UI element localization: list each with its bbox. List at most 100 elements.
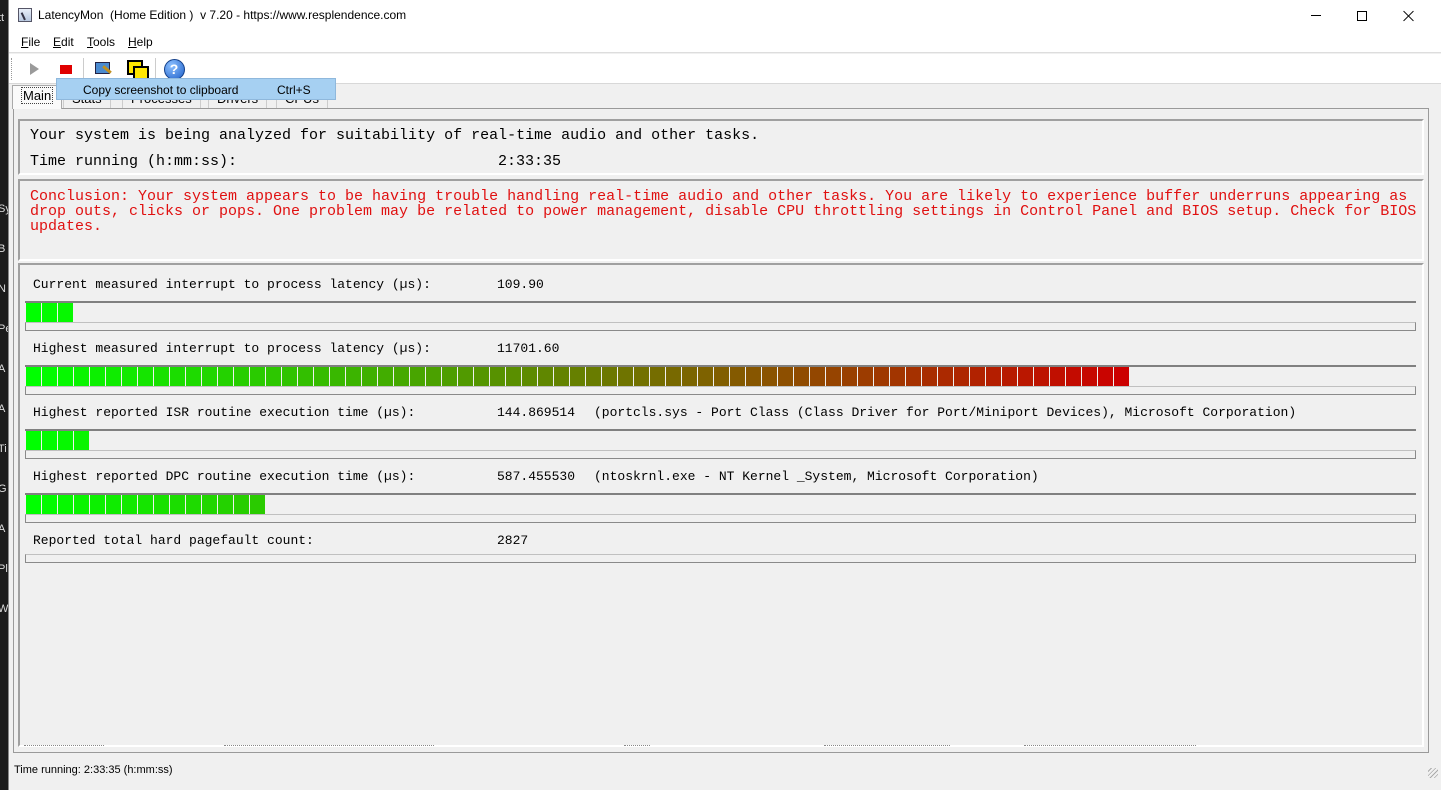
meter-block xyxy=(570,367,585,387)
desktop-fragment: tt xyxy=(0,12,5,24)
meter-block xyxy=(42,367,57,387)
toolbar-separator xyxy=(155,58,156,80)
meter-block xyxy=(1018,367,1033,387)
meter-block xyxy=(618,367,633,387)
tab-label: Main xyxy=(21,87,54,104)
desktop-background-strip: tt Sy B N Pe A A Ti G A Pl W xyxy=(0,0,8,790)
meter-block xyxy=(42,431,57,451)
tab-main[interactable]: Main xyxy=(12,85,63,109)
meter-block xyxy=(634,367,649,387)
conclusion-text: Conclusion: Your system appears to be ha… xyxy=(30,188,1417,235)
meter-block xyxy=(1050,367,1065,387)
meter-block xyxy=(938,367,953,387)
pagefault-meter xyxy=(25,554,1416,563)
meter-block xyxy=(26,303,41,323)
menu-help[interactable]: Help xyxy=(128,35,153,49)
close-button[interactable] xyxy=(1386,0,1432,31)
conclusion-box: Conclusion: Your system appears to be ha… xyxy=(18,179,1424,261)
start-monitor-button[interactable] xyxy=(22,57,46,81)
meter-block xyxy=(90,495,105,515)
play-icon xyxy=(29,63,39,75)
meter-block xyxy=(954,367,969,387)
meter-block xyxy=(106,495,121,515)
meter-block xyxy=(122,495,137,515)
meter-block xyxy=(58,495,73,515)
meter-block xyxy=(970,367,985,387)
latency-meter-fill xyxy=(26,303,74,323)
meter-block xyxy=(554,367,569,387)
meter-block xyxy=(1098,367,1113,387)
meter-block xyxy=(538,367,553,387)
close-icon xyxy=(1403,10,1415,22)
meter-block xyxy=(74,431,89,451)
metric-detail: (portcls.sys - Port Class (Class Driver … xyxy=(594,405,1297,420)
metric-value: 2827 xyxy=(497,533,529,548)
copy-screenshot-tooltip: Copy screenshot to clipboard Ctrl+S xyxy=(56,78,336,100)
menu-edit[interactable]: Edit xyxy=(53,35,74,49)
meter-block xyxy=(26,431,41,451)
meter-block xyxy=(602,367,617,387)
toolbar-grip[interactable] xyxy=(11,58,13,80)
metric-value: 109.90 xyxy=(497,277,544,292)
meter-block xyxy=(986,367,1001,387)
meter-block xyxy=(58,431,73,451)
main-tab-panel: Your system is being analyzed for suitab… xyxy=(13,108,1429,753)
meter-block xyxy=(42,303,57,323)
toolbar-separator xyxy=(83,58,84,80)
time-running-label: Time running (h:mm:ss): xyxy=(30,153,238,170)
title-bar[interactable]: LatencyMon (Home Edition ) v 7.20 - http… xyxy=(9,0,1441,31)
meter-block xyxy=(394,367,409,387)
metric-label: Highest measured interrupt to process la… xyxy=(33,341,431,356)
meter-block xyxy=(714,367,729,387)
latency-meter xyxy=(25,493,1416,523)
meter-block xyxy=(58,303,73,323)
meter-block xyxy=(378,367,393,387)
meter-block xyxy=(1034,367,1049,387)
meter-block xyxy=(250,367,265,387)
meter-block xyxy=(746,367,761,387)
resize-grip[interactable] xyxy=(1428,768,1438,778)
meter-block xyxy=(458,367,473,387)
meter-block xyxy=(218,495,233,515)
meter-block xyxy=(170,495,185,515)
desktop-fragment: Pe xyxy=(0,323,8,335)
meter-block xyxy=(218,367,233,387)
meter-block xyxy=(698,367,713,387)
menu-tools[interactable]: Tools xyxy=(87,35,115,49)
metrics-box: Current measured interrupt to process la… xyxy=(18,263,1424,747)
time-running-value: 2:33:35 xyxy=(498,153,562,170)
meter-block xyxy=(794,367,809,387)
metric-label: Current measured interrupt to process la… xyxy=(33,277,431,292)
latency-meter xyxy=(25,429,1416,459)
meter-block xyxy=(26,495,41,515)
meter-block xyxy=(74,367,89,387)
meter-block xyxy=(730,367,745,387)
menu-file[interactable]: File xyxy=(21,35,40,49)
status-bar-text: Time running: 2:33:35 (h:mm:ss) xyxy=(14,764,173,776)
meter-block xyxy=(858,367,873,387)
meter-block xyxy=(90,367,105,387)
meter-block xyxy=(298,367,313,387)
desktop-fragment: G xyxy=(0,483,7,495)
meter-block xyxy=(202,495,217,515)
meter-block xyxy=(314,367,329,387)
latency-meter-fill xyxy=(26,367,1130,387)
desktop-fragment: A xyxy=(0,523,6,535)
window-bottom-edge xyxy=(9,782,1441,790)
metric-label: Highest reported ISR routine execution t… xyxy=(33,405,416,420)
meter-block xyxy=(330,367,345,387)
desktop-fragment: Pl xyxy=(0,563,8,575)
meter-block xyxy=(234,495,249,515)
meter-block xyxy=(138,367,153,387)
metric-label: Highest reported DPC routine execution t… xyxy=(33,469,416,484)
maximize-button[interactable] xyxy=(1339,0,1385,31)
meter-block xyxy=(170,367,185,387)
tools-icon xyxy=(93,59,113,79)
meter-block xyxy=(474,367,489,387)
meter-block xyxy=(186,495,201,515)
meter-block xyxy=(426,367,441,387)
desktop-fragment: W xyxy=(0,603,8,615)
minimize-button[interactable] xyxy=(1293,0,1339,31)
meter-block xyxy=(234,367,249,387)
desktop-fragment: B xyxy=(0,243,6,255)
